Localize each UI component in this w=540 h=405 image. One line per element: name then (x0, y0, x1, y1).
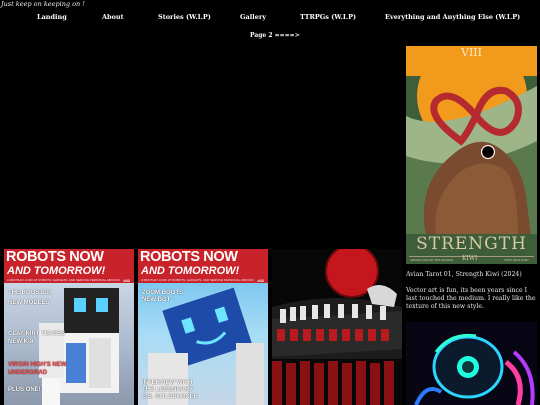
tarot-sub-left: ARDEA NOVAE ZELANDIAE (410, 258, 454, 262)
tarot-numeral: VIII (461, 46, 482, 59)
magazine-subtitle: AND TOMORROW! (7, 265, 106, 277)
main-nav: Landing About Stories (W.I.P) Gallery TT… (0, 13, 540, 23)
magazine-title: ROBOTS NOW (6, 249, 104, 265)
nav-stories[interactable]: Stories (W.I.P) (158, 13, 211, 21)
tarot-caption-body: Vector art is fun, its been years since … (406, 287, 536, 310)
magazine-subtitle: AND TOMORROW! (141, 265, 240, 277)
mag1-headline-7: PLUS ONE! (8, 387, 41, 393)
next-page-link[interactable]: Page 2 ====> (250, 32, 300, 39)
magazine-cover-1[interactable]: ROBOTS NOW AND TOMORROW! A MONTHLY LOOK … (4, 249, 134, 405)
mag2-headline-3: INTERVIEW WITH (142, 380, 193, 386)
magazine-tagline: A MONTHLY LOOK AT ROBOTS, GADGETS, AND S… (141, 278, 254, 282)
mag1-headline-3: CLAY-KIRT TEASES (8, 331, 66, 337)
tarot-sub-center: KIWI (462, 255, 478, 262)
magazine-tagline: A MONTHLY LOOK AT ROBOTS, GADGETS, AND S… (7, 278, 120, 282)
magazine-cover-2[interactable]: ROBOTS NOW AND TOMORROW! A MONTHLY LOOK … (138, 249, 268, 405)
mag1-headline-1: THE BOOSTER (8, 290, 52, 296)
mag2-headline-2: NEW BOT (142, 297, 171, 303)
nav-gallery[interactable]: Gallery (240, 13, 266, 21)
mag1-headline-2: NEW MODELS (8, 300, 50, 306)
robot-army-render-image[interactable] (272, 249, 402, 405)
mag2-headline-4: THE LEGENDARY (142, 387, 194, 393)
tarot-artwork (406, 46, 537, 264)
magazine-title: ROBOTS NOW (140, 249, 238, 265)
tarot-sub-right: NEW ZEALAND (504, 258, 529, 262)
tarot-caption-title: Avian Tarot 01, Strength Kiwi (2024) (406, 271, 522, 278)
tarot-strength-kiwi-image[interactable]: VIII STRENGTH ARDEA NOVAE ZELANDIAE KIWI… (406, 46, 537, 264)
render-artwork (272, 249, 402, 405)
nav-about[interactable]: About (102, 13, 124, 21)
site-tagline: Just keep on keeping on ! (1, 0, 85, 8)
mag1-headline-4: NEW K-8 (8, 339, 34, 345)
nav-everything-else[interactable]: Everything and Anything Else (W.I.P) (385, 13, 520, 21)
mag1-headline-5: VIRGIN HIGH'S NEW (8, 362, 67, 368)
nav-landing[interactable]: Landing (37, 13, 67, 21)
neon-artwork (406, 322, 537, 405)
tarot-title: STRENGTH (416, 234, 527, 254)
nav-ttrpgs[interactable]: TTRPGs (W.I.P) (300, 13, 356, 21)
mag2-headline-1: ZOOM BOOTS (142, 290, 183, 296)
mag1-headline-6: UNDERGRAD (8, 370, 47, 376)
neon-robot-image[interactable] (406, 322, 537, 405)
mag2-headline-5: E.S. GOLDBURNER (142, 394, 199, 400)
